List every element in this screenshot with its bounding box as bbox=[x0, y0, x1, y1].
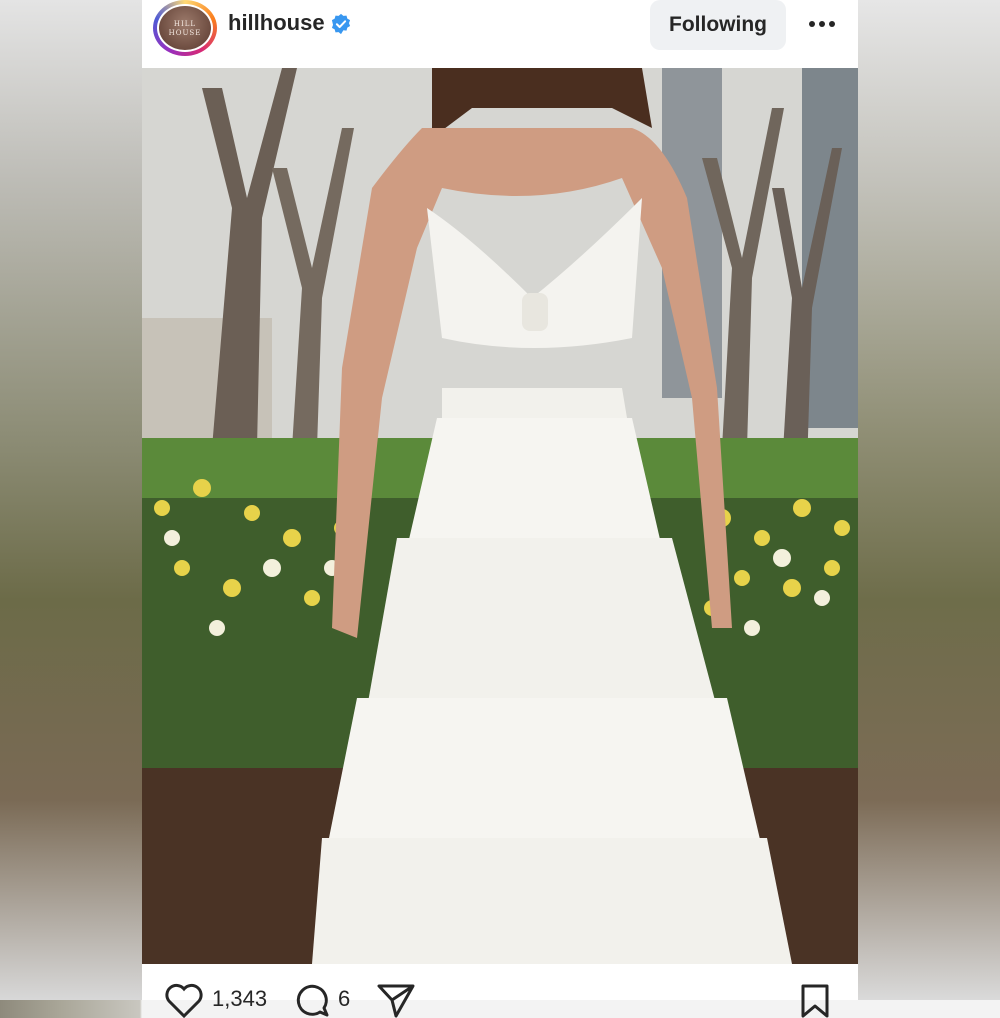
bookmark-icon[interactable] bbox=[798, 982, 832, 1018]
post-actions: 1,343 6 bbox=[142, 964, 858, 1018]
username[interactable]: hillhouse bbox=[228, 10, 325, 36]
instagram-post: HILL HOUSE hillhouse Following 1,343 6 bbox=[142, 0, 858, 1018]
comment-icon[interactable] bbox=[294, 982, 330, 1018]
more-options-icon[interactable] bbox=[804, 10, 840, 38]
story-ring[interactable]: HILL HOUSE bbox=[153, 0, 217, 56]
heart-icon[interactable] bbox=[164, 982, 204, 1018]
post-header: HILL HOUSE hillhouse Following bbox=[142, 0, 858, 68]
blurred-background-right bbox=[858, 0, 1000, 1000]
blurred-background-left bbox=[0, 0, 142, 1000]
like-count[interactable]: 1,343 bbox=[212, 986, 267, 1012]
following-button[interactable]: Following bbox=[650, 0, 786, 50]
comment-count[interactable]: 6 bbox=[338, 986, 350, 1012]
share-icon[interactable] bbox=[376, 982, 416, 1018]
post-image[interactable] bbox=[142, 68, 858, 964]
avatar-logo-text: HILL HOUSE bbox=[168, 20, 202, 37]
post-photo-illustration bbox=[142, 68, 858, 964]
verified-badge-icon bbox=[331, 13, 351, 35]
avatar[interactable]: HILL HOUSE bbox=[157, 4, 213, 52]
